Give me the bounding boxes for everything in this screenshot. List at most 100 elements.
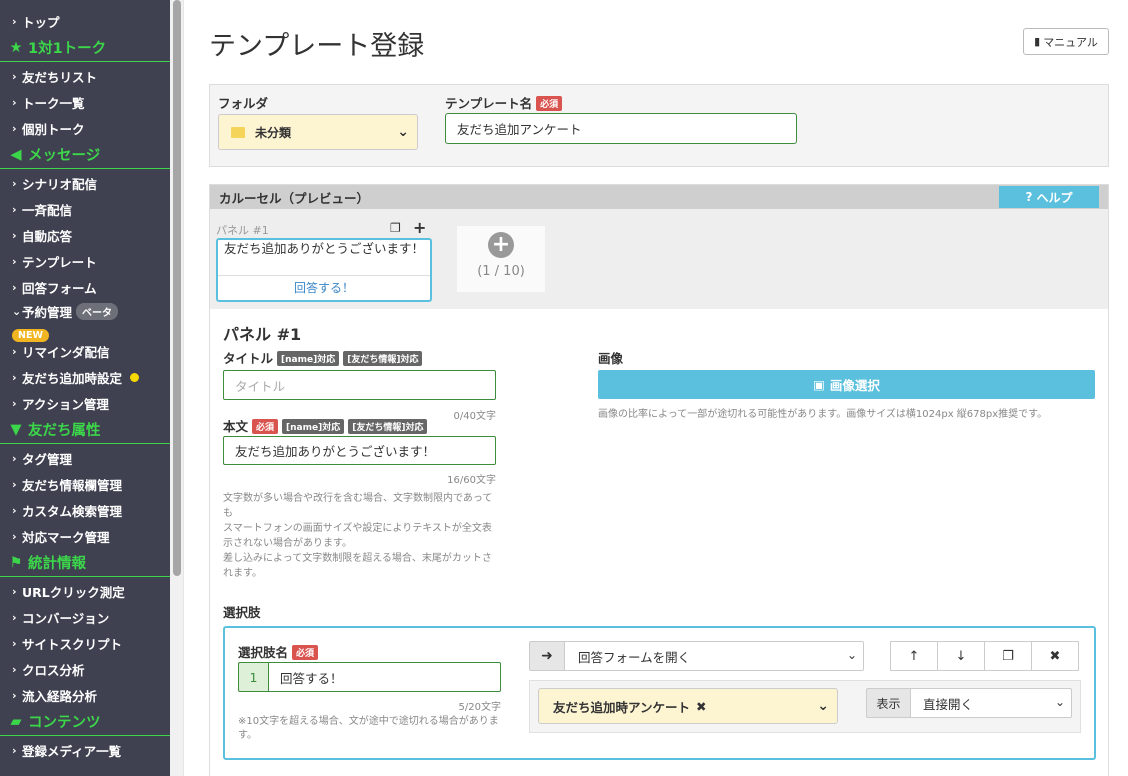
body-label: 本文 必須 [name]対応 [友だち情報]対応 xyxy=(223,416,428,435)
arrow-up-icon: ↑ xyxy=(908,648,920,664)
panel-heading: パネル #1 xyxy=(223,325,302,344)
notification-dot xyxy=(130,372,140,382)
sidebar-item-media[interactable]: › 登録メディア一覧 xyxy=(0,737,170,763)
chevron-right-icon: › xyxy=(12,228,17,242)
sidebar-item-cross-analysis[interactable]: › クロス分析 xyxy=(0,656,170,682)
template-name-label: テンプレート名 必須 xyxy=(445,93,563,112)
sidebar-item-tag[interactable]: › タグ管理 xyxy=(0,445,170,471)
form-select[interactable]: 友だち追加時アンケート ✖ ⌄ xyxy=(538,688,838,724)
image-icon: ▣ xyxy=(813,377,825,392)
chevron-right-icon: › xyxy=(12,662,17,676)
add-panel-icon[interactable]: + xyxy=(413,218,426,237)
sidebar-item-scenario[interactable]: › シナリオ配信 xyxy=(0,170,170,196)
show-label: 表示 xyxy=(866,688,911,718)
sidebar-scrollbar[interactable] xyxy=(170,0,184,776)
sidebar-item-template[interactable]: › テンプレート xyxy=(0,248,170,274)
folder-icon xyxy=(231,126,245,138)
image-note: 画像の比率によって一部が途切れる可能性があります。画像サイズは横1024px 縦… xyxy=(598,409,1048,420)
sidebar-item-reservation[interactable]: ⌄ 予約管理 ベータ xyxy=(0,300,170,322)
sidebar-item-talk-list[interactable]: › トーク一覧 xyxy=(0,89,170,115)
preview-card-button[interactable]: 回答する！ xyxy=(218,276,430,300)
body-notes: 文字数が多い場合や改行を含む場合、文字数制限内であっても スマートフォンの画面サ… xyxy=(223,493,493,579)
name-tag: [name]対応 xyxy=(282,419,345,434)
chevron-right-icon: › xyxy=(12,743,17,757)
sidebar-item-friend-info[interactable]: › 友だち情報欄管理 xyxy=(0,471,170,497)
folder-panel: フォルダ 未分類 ⌄ テンプレート名 必須 友だち追加アンケート xyxy=(209,84,1109,167)
sidebar-section-stats: ⚑ 統計情報 xyxy=(0,549,170,577)
chevron-right-icon: › xyxy=(12,69,17,83)
chevron-right-icon: › xyxy=(12,202,17,216)
sidebar-item-reminder[interactable]: › リマインダ配信 xyxy=(0,338,170,364)
preview-panel-label: パネル #1 xyxy=(216,224,269,237)
carousel-preview: パネル #1 ❐ + 友だち追加ありがとうございます！ 回答する！ + (1 /… xyxy=(210,209,1108,309)
move-down-button[interactable]: ↓ xyxy=(937,641,985,671)
megaphone-icon: ◀ xyxy=(10,146,22,163)
folder-select[interactable]: 未分類 ⌄ xyxy=(218,114,418,150)
help-button[interactable]: ? ヘルプ xyxy=(999,186,1099,208)
manual-button[interactable]: ▮ マニュアル xyxy=(1023,28,1109,55)
sidebar-item-url-click[interactable]: › URLクリック測定 xyxy=(0,578,170,604)
chevron-right-icon: › xyxy=(12,370,17,384)
folder-open-icon: ▰ xyxy=(10,713,22,730)
choices-label: 選択肢 xyxy=(223,605,261,620)
copy-panel-icon[interactable]: ❐ xyxy=(390,221,401,235)
chevron-right-icon: › xyxy=(12,121,17,135)
carousel-section: カルーセル（プレビュー） ? ヘルプ パネル #1 ❐ + 友だち追加ありがとうご… xyxy=(209,184,1109,776)
chevron-right-icon: › xyxy=(12,529,17,543)
image-label: 画像 xyxy=(598,351,624,366)
sidebar-item-top[interactable]: › トップ xyxy=(0,8,170,34)
sidebar-item-action[interactable]: › アクション管理 xyxy=(0,390,170,416)
chevron-right-icon: › xyxy=(12,254,17,268)
beta-badge: ベータ xyxy=(76,302,119,320)
preview-card[interactable]: 友だち追加ありがとうございます！ 回答する！ xyxy=(216,238,432,302)
question-circle-icon: ? xyxy=(1025,190,1033,204)
chevron-down-icon: ⌄ xyxy=(817,698,829,714)
book-icon: ▮ xyxy=(1034,35,1041,48)
sidebar-section-message: ◀ メッセージ xyxy=(0,141,170,169)
sidebar-item-custom-search[interactable]: › カスタム検索管理 xyxy=(0,497,170,523)
chevron-right-icon: › xyxy=(12,95,17,109)
clear-icon[interactable]: ✖ xyxy=(696,699,706,714)
sidebar-item-conversion[interactable]: › コンバージョン xyxy=(0,604,170,630)
friend-info-tag: [友だち情報]対応 xyxy=(343,351,423,366)
plus-circle-icon: + xyxy=(488,232,514,258)
sidebar-item-answer-form[interactable]: › 回答フォーム xyxy=(0,274,170,300)
title-label: タイトル [name]対応 [友だち情報]対応 xyxy=(223,348,423,367)
sidebar-item-mark[interactable]: › 対応マーク管理 xyxy=(0,523,170,549)
chevron-right-icon: › xyxy=(12,477,17,491)
sidebar-item-site-script[interactable]: › サイトスクリプト xyxy=(0,630,170,656)
sidebar-item-friends-list[interactable]: › 友だちリスト xyxy=(0,63,170,89)
sidebar-section-contents: ▰ コンテンツ xyxy=(0,708,170,736)
scrollbar-thumb[interactable] xyxy=(173,0,181,576)
arrow-down-icon: ↓ xyxy=(955,648,967,664)
action-detail: 友だち追加時アンケート ✖ ⌄ 表示 直接開く ⌄ xyxy=(529,680,1081,733)
action-select[interactable]: 回答フォームを開く ⌄ xyxy=(564,641,864,671)
chevron-right-icon: › xyxy=(12,503,17,517)
panel-count: (1 / 10) xyxy=(477,264,525,279)
sidebar-section-attributes: ▼ 友だち属性 xyxy=(0,416,170,444)
delete-choice-button[interactable]: ✖ xyxy=(1031,641,1079,671)
sidebar-item-individual-talk[interactable]: › 個別トーク xyxy=(0,115,170,141)
chevron-right-icon: › xyxy=(12,344,17,358)
add-panel-button[interactable]: + (1 / 10) xyxy=(456,225,546,293)
choice-number: 1 xyxy=(238,662,268,692)
sidebar-item-auto-reply[interactable]: › 自動応答 xyxy=(0,222,170,248)
carousel-header: カルーセル（プレビュー） ? ヘルプ xyxy=(210,185,1108,209)
sidebar-item-broadcast[interactable]: › 一斉配信 xyxy=(0,196,170,222)
filter-icon: ▼ xyxy=(10,421,22,438)
chevron-right-icon: › xyxy=(12,584,17,598)
template-name-input[interactable]: 友だち追加アンケート xyxy=(445,113,797,144)
new-badge: NEW xyxy=(12,329,49,342)
title-input[interactable]: タイトル xyxy=(223,370,496,400)
sidebar-item-friend-add-setting[interactable]: › 友だち追加時設定 xyxy=(0,364,170,390)
body-textarea[interactable]: 友だち追加ありがとうございます！ xyxy=(223,436,496,465)
copy-choice-button[interactable]: ❐ xyxy=(984,641,1032,671)
page-title: テンプレート登録 xyxy=(209,31,425,62)
choice-box: 選択肢名 必須 1 回答する！ 5/20文字 ※10文字を超える場合、文が途中で途… xyxy=(223,626,1096,760)
image-select-button[interactable]: ▣ 画像選択 xyxy=(598,370,1095,399)
move-up-button[interactable]: ↑ xyxy=(890,641,938,671)
open-mode-select[interactable]: 直接開く ⌄ xyxy=(910,688,1072,718)
choice-name-input[interactable]: 回答する！ xyxy=(268,662,501,692)
sidebar-item-inflow[interactable]: › 流入経路分析 xyxy=(0,682,170,708)
chevron-right-icon: › xyxy=(12,610,17,624)
